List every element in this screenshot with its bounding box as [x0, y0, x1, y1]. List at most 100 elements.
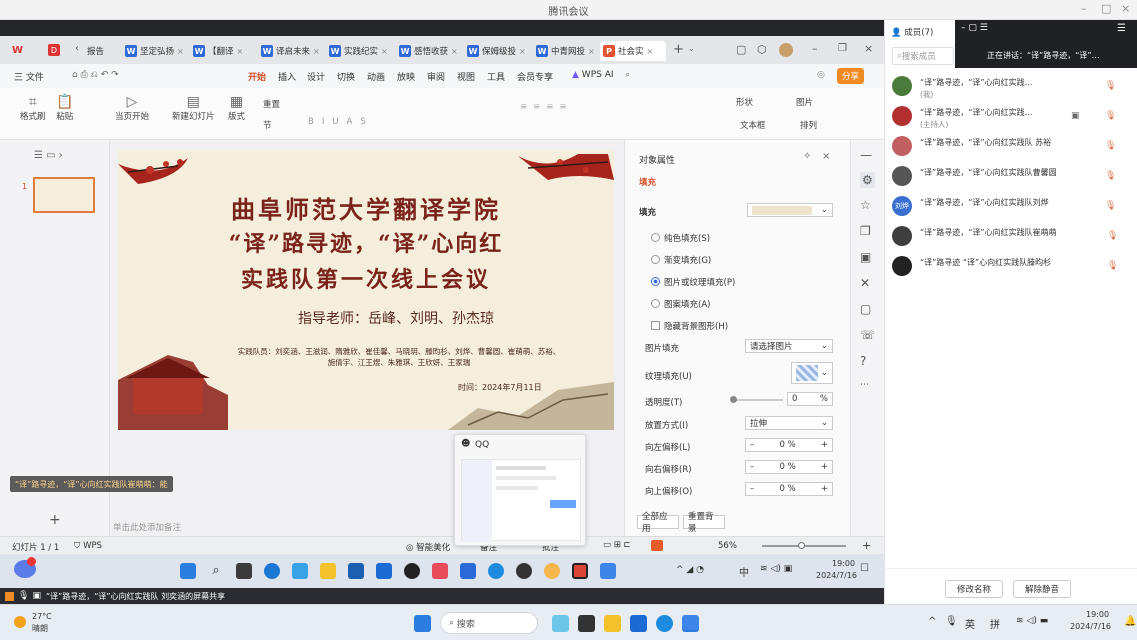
search-icon[interactable]: ⌕	[625, 70, 630, 80]
ime-indicator[interactable]: 中	[739, 564, 749, 579]
menu-tools[interactable]: 工具	[487, 70, 505, 83]
start-icon[interactable]	[180, 563, 196, 579]
unmute-button[interactable]: 解除静音	[1013, 580, 1071, 598]
app-icon[interactable]	[460, 563, 476, 579]
menu-transition[interactable]: 切换	[337, 70, 355, 83]
close-icon[interactable]: ×	[647, 47, 654, 56]
chevron-down-icon[interactable]: ⌄	[688, 44, 695, 53]
option-pattern-fill[interactable]: 图案填充(A)	[651, 298, 710, 310]
qq-icon[interactable]	[516, 563, 532, 579]
apply-all-button[interactable]: 全部应用	[637, 512, 679, 534]
wps-icon[interactable]	[572, 563, 588, 579]
menu-animation[interactable]: 动画	[367, 70, 385, 83]
mic-muted-icon[interactable]: 🎙	[1107, 231, 1118, 241]
minimize-icon[interactable]: –	[1081, 2, 1087, 15]
app-icon[interactable]	[348, 563, 364, 579]
close-icon[interactable]: ×	[381, 47, 388, 56]
close-icon[interactable]: ×	[451, 47, 458, 56]
layout-button[interactable]: ▦ 版式	[228, 94, 245, 122]
zoom-level[interactable]: 56%	[718, 541, 737, 551]
book-icon[interactable]: ▢	[860, 302, 871, 316]
menu-insert[interactable]: 插入	[278, 70, 296, 83]
tab-doc-3[interactable]: W 【翻译 ×	[190, 41, 256, 61]
minimize-icon[interactable]: –	[812, 42, 818, 55]
add-slide-icon[interactable]: +	[49, 512, 61, 528]
mic-muted-icon[interactable]: 🎙	[1107, 261, 1118, 271]
start-icon[interactable]	[414, 615, 431, 632]
mic-icon[interactable]: 🎙	[1105, 201, 1116, 211]
member-row[interactable]: “译”路寻迹，“译”心向红实践… (主持人) ▣ 🎙	[885, 102, 1137, 132]
close-icon[interactable]: ×	[177, 47, 184, 56]
folder-icon[interactable]	[604, 615, 621, 632]
new-tab-icon[interactable]: +	[673, 42, 684, 57]
play-icon[interactable]	[651, 540, 663, 551]
arrange-button[interactable]: 排列	[800, 119, 817, 131]
slider-handle[interactable]	[730, 396, 737, 403]
app-icon[interactable]	[376, 563, 392, 579]
mic-icon[interactable]: 🎙	[1105, 111, 1116, 121]
restore-icon[interactable]: ❐	[838, 43, 847, 54]
more-icon[interactable]: ⋯	[860, 380, 869, 390]
zoom-in-icon[interactable]: +	[862, 539, 871, 552]
notes-placeholder[interactable]: 单击此处添加备注	[113, 521, 181, 533]
placement-select[interactable]: 拉伸 ⌄	[745, 416, 833, 430]
member-row[interactable]: “译”路寻迹，“译”心向红实践队崔萌萌 🎙	[885, 222, 1137, 252]
close-icon[interactable]: ×	[822, 151, 830, 162]
app-icon[interactable]	[432, 563, 448, 579]
weather-icon[interactable]	[14, 616, 26, 628]
quick-tools-icon[interactable]: ⌂ ⎙ ⎌ ↶ ↷	[72, 70, 119, 80]
tab-doc-8[interactable]: W 中青网投 ×	[533, 41, 597, 61]
tab-fill[interactable]: 填充	[639, 176, 656, 188]
properties-icon[interactable]: ⚙	[860, 172, 875, 188]
fill-preview[interactable]: ⌄	[747, 203, 833, 217]
browser-icon[interactable]	[264, 563, 280, 579]
offset-left-stepper[interactable]: –0 % +	[745, 438, 833, 452]
slide-thumbnail[interactable]	[33, 177, 95, 213]
play-from-current-button[interactable]: ▷ 当页开始	[115, 94, 149, 122]
section-button[interactable]: 节	[263, 119, 272, 131]
window-icon[interactable]: ▢	[736, 43, 746, 56]
layout-icons[interactable]: – ▢ ☰	[961, 23, 988, 33]
search-app-icon[interactable]	[544, 563, 560, 579]
share-button[interactable]: 分享	[837, 68, 865, 84]
close-icon[interactable]: ×	[588, 47, 595, 56]
close-icon[interactable]: ×	[1121, 2, 1130, 15]
minus-icon[interactable]: —	[860, 148, 872, 162]
app-icon[interactable]	[292, 563, 308, 579]
picture-button[interactable]: 图片	[796, 96, 813, 108]
transparency-input[interactable]: 0%	[787, 392, 833, 406]
speaking-video-tile[interactable]: – ▢ ☰ ☰ 正在讲话：“译”路寻迹，“译”…	[955, 20, 1137, 68]
pin-icon[interactable]: ✧	[803, 151, 811, 162]
tab-doc-1[interactable]: 报告	[84, 41, 118, 61]
mic-icon[interactable]: 🎙	[18, 591, 29, 601]
screen-share-icon[interactable]: ▣	[1071, 111, 1080, 121]
star-icon[interactable]: ☆	[860, 198, 871, 212]
search-icon[interactable]: ⌕	[208, 563, 224, 579]
widgets-icon[interactable]	[552, 615, 569, 632]
cube-icon[interactable]: ⬡	[757, 43, 767, 56]
textbox-button[interactable]: 文本框	[740, 119, 766, 131]
member-row[interactable]: “译”路寻迹 “译”心向红实践队滕昀杉 🎙	[885, 252, 1137, 282]
paragraph-tools[interactable]: ≡≡≡≡	[520, 102, 573, 112]
menu-member[interactable]: 会员专享	[517, 70, 553, 83]
phone-icon[interactable]: ☏	[860, 328, 875, 342]
tab-doc-4[interactable]: W 译启未来 ×	[258, 41, 324, 61]
taskview-icon[interactable]	[236, 563, 252, 579]
font-style-tools[interactable]: BIUAS	[308, 117, 374, 127]
menu-wps-ai[interactable]: ▲ WPS AI	[572, 70, 614, 80]
chevron-left-icon[interactable]: ‹	[75, 43, 79, 54]
new-slide-button[interactable]: ▤ 新建幻灯片	[172, 94, 215, 122]
view-icons[interactable]: ▭ ⊞ ⊏	[603, 540, 631, 550]
close-icon[interactable]: ×	[864, 42, 873, 55]
reset-button[interactable]: 重置	[263, 98, 280, 110]
taskview-icon[interactable]	[578, 615, 595, 632]
zoom-slider[interactable]	[762, 542, 846, 549]
menu-view[interactable]: 视图	[457, 70, 475, 83]
slide[interactable]: 曲阜师范大学翻译学院 “译”路寻迹，“译”心向红 实践队第一次线上会议 指导老师…	[118, 150, 614, 430]
outline-view-icon[interactable]: ☰ ▭ ›	[34, 150, 63, 161]
menu-review[interactable]: 审阅	[427, 70, 445, 83]
notification-icon[interactable]: ☐	[860, 563, 869, 574]
file-menu[interactable]: 三 文件	[14, 70, 44, 83]
menu-slideshow[interactable]: 放映	[397, 70, 415, 83]
tab-doc-7[interactable]: W 保姆级投 ×	[464, 41, 530, 61]
